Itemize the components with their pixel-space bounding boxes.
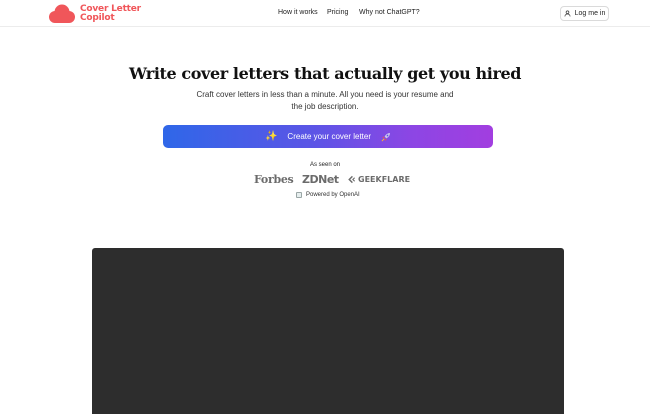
demo-video-player[interactable] [92, 248, 564, 414]
powered-by-label: Powered by OpenAI [306, 192, 360, 198]
hero-title: Write cover letters that actually get yo… [128, 64, 522, 83]
create-cover-letter-label: Create your cover letter [287, 132, 372, 141]
openai-icon [296, 192, 302, 198]
nav-link-why-not-chatgpt[interactable]: Why not ChatGPT? [359, 9, 420, 16]
press-logo-geekflare: GEEKFLARE [347, 175, 410, 184]
login-button-label: Log me in [574, 10, 606, 17]
powered-by-openai: Powered by OpenAI [296, 192, 360, 198]
top-navbar: Cover Letter Copilot How it works Pricin… [0, 0, 650, 27]
rocket-icon [381, 132, 391, 141]
user-icon [564, 10, 571, 17]
nav-link-how-it-works[interactable]: How it works [278, 9, 318, 16]
login-button[interactable]: Log me in [560, 6, 609, 21]
as-seen-on-label: As seen on [309, 162, 341, 168]
nav-link-pricing[interactable]: Pricing [327, 9, 348, 16]
press-logo-zdnet: ZDNet [302, 173, 339, 186]
press-logo-forbes: Forbes [254, 173, 294, 186]
press-logo-geekflare-text: GEEKFLARE [358, 175, 411, 184]
hero-subtitle: Craft cover letters in less than a minut… [196, 90, 454, 111]
create-cover-letter-button[interactable]: ✨ Create your cover letter [163, 125, 493, 148]
nav-links: How it works Pricing Why not ChatGPT? [0, 0, 650, 27]
sparkles-icon: ✨ [264, 130, 278, 142]
geekflare-icon [348, 175, 356, 184]
press-logos: Forbes ZDNet GEEKFLARE [0, 173, 650, 187]
